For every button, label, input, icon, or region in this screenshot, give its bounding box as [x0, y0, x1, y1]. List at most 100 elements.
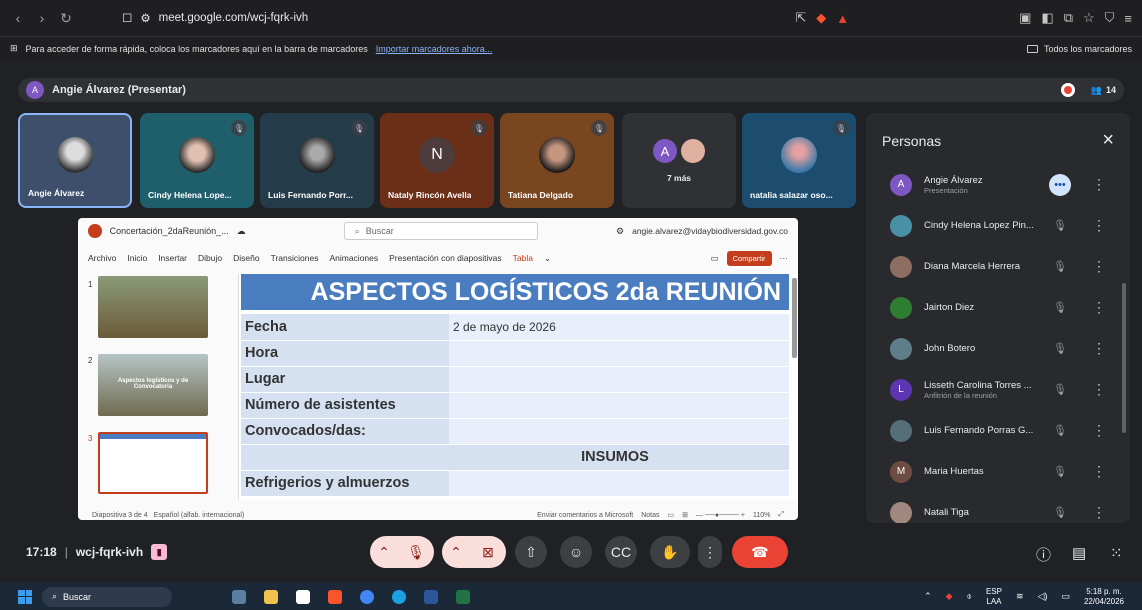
activities-icon[interactable]: ⁙: [1110, 544, 1123, 562]
menu-transiciones[interactable]: Transiciones: [271, 253, 319, 263]
menu-presentacion[interactable]: Presentación con diapositivas: [389, 253, 501, 263]
feedback-link[interactable]: Enviar comentarios a Microsoft: [537, 512, 633, 519]
close-icon[interactable]: ×: [1102, 129, 1114, 152]
menu-tabla[interactable]: Tabla: [513, 253, 533, 263]
store-icon[interactable]: [296, 589, 310, 604]
language-indicator[interactable]: ESP LAA: [986, 587, 1002, 607]
security-icon[interactable]: ◆: [946, 591, 953, 602]
list-item[interactable]: Natali Tiga 🎙 ⋮: [866, 492, 1116, 523]
vpn-icon[interactable]: ⛉: [1105, 10, 1115, 26]
present-button[interactable]: ⇧: [515, 536, 547, 568]
apps-icon[interactable]: ⊞: [10, 43, 18, 54]
volume-icon[interactable]: ◁): [1038, 591, 1048, 602]
mic-off-icon[interactable]: 🎙: [1053, 465, 1067, 478]
participant-tile[interactable]: 🎙 Tatiana Delgado: [500, 113, 614, 208]
share-link-icon[interactable]: ⇱: [795, 10, 806, 26]
mic-off-icon[interactable]: 🎙: [1053, 301, 1067, 314]
mic-options-button[interactable]: ⌃: [370, 536, 398, 568]
more-vert-icon[interactable]: ⋮: [1092, 504, 1106, 521]
camera-toggle-button[interactable]: ⊠: [470, 536, 506, 568]
info-icon[interactable]: ⓘ: [1036, 544, 1051, 565]
zoom-slider[interactable]: — ──●──── +: [696, 512, 745, 519]
fit-icon[interactable]: ⤢: [778, 511, 784, 519]
menu-diseno[interactable]: Diseño: [233, 253, 259, 263]
ppt-filename[interactable]: Concertación_2daReunión_...: [110, 226, 229, 236]
chrome-icon[interactable]: [360, 589, 374, 604]
slide-thumbnail-selected[interactable]: [98, 432, 208, 494]
word-icon[interactable]: [424, 589, 438, 604]
mic-toggle-button[interactable]: 🎙: [398, 536, 434, 568]
task-view-icon[interactable]: [232, 589, 246, 604]
back-icon[interactable]: ‹: [10, 10, 26, 26]
language-status[interactable]: Español (alfab. internacional): [154, 512, 245, 519]
mic-off-icon[interactable]: 🎙: [1053, 383, 1067, 396]
normal-view-icon[interactable]: ▭: [668, 511, 675, 519]
menu-dibujo[interactable]: Dibujo: [198, 253, 222, 263]
brave-icon[interactable]: [328, 589, 342, 604]
tab-icon[interactable]: ⧉: [1064, 10, 1073, 26]
more-vert-icon[interactable]: ⋮: [1092, 176, 1106, 193]
reload-icon[interactable]: ↻: [58, 10, 74, 27]
ppt-search-input[interactable]: ⌕ Buscar: [343, 222, 539, 240]
mic-off-icon[interactable]: 🎙: [1053, 506, 1067, 519]
slide-scrollbar[interactable]: [792, 278, 797, 358]
slide-thumbnail[interactable]: Aspectos logísticos y de Convocatoria: [98, 354, 208, 416]
address-bar[interactable]: ☐ ⚙ meet.google.com/wcj-fqrk-ivh: [122, 11, 308, 25]
menu-animaciones[interactable]: Animaciones: [329, 253, 378, 263]
favorites-icon[interactable]: ☆: [1083, 10, 1095, 26]
slide-canvas[interactable]: ASPECTOS LOGÍSTICOS 2da REUNIÓN Fecha 2 d…: [238, 274, 798, 500]
participants-button[interactable]: 👥 14: [1091, 85, 1116, 96]
taskbar-search[interactable]: ⌕ Buscar: [42, 586, 172, 607]
sidebar-icon[interactable]: ◧: [1041, 10, 1053, 26]
list-item[interactable]: A Angie Álvarez Presentación ••• ⋮: [866, 164, 1116, 205]
menu-insertar[interactable]: Insertar: [158, 253, 187, 263]
mic-off-icon[interactable]: 🎙: [1053, 219, 1067, 232]
recording-icon[interactable]: [1060, 83, 1075, 97]
menu-inicio[interactable]: Inicio: [127, 253, 147, 263]
more-vert-icon[interactable]: ⋮: [1092, 258, 1106, 275]
zoom-level[interactable]: 110%: [753, 512, 770, 519]
menu-archivo[interactable]: Archivo: [88, 253, 116, 263]
chat-icon[interactable]: ▤: [1072, 544, 1086, 562]
leave-call-button[interactable]: ☎: [732, 536, 788, 568]
camera-options-button[interactable]: ⌃: [442, 536, 470, 568]
row-value[interactable]: 2 de mayo de 2026: [449, 314, 789, 341]
row-value[interactable]: [449, 366, 789, 393]
presenting-icon[interactable]: •••: [1049, 173, 1071, 196]
more-vert-icon[interactable]: ⋮: [1092, 381, 1106, 398]
forward-icon[interactable]: ›: [34, 10, 50, 26]
captions-button[interactable]: CC: [605, 536, 637, 568]
windows-start-icon[interactable]: [18, 589, 32, 604]
mic-off-icon[interactable]: 🎙: [1053, 424, 1067, 437]
mic-off-icon[interactable]: 🎙: [1053, 342, 1067, 355]
more-options-button[interactable]: ⋮: [698, 536, 722, 568]
participant-tile[interactable]: Angie Álvarez: [18, 113, 132, 208]
tray-chevron-icon[interactable]: ⌃: [924, 591, 932, 602]
settings-icon[interactable]: ⚙: [616, 226, 624, 237]
menu-icon[interactable]: ≡: [1124, 11, 1132, 26]
brave-shield-icon[interactable]: ◆: [816, 10, 826, 26]
file-explorer-icon[interactable]: [264, 589, 278, 604]
notes-button[interactable]: Notas: [641, 512, 659, 519]
participant-tile[interactable]: 🎙 natalia salazar oso...: [742, 113, 856, 208]
emoji-button[interactable]: ☺: [560, 536, 592, 568]
clock[interactable]: 5:18 p. m. 22/04/2026: [1084, 587, 1124, 607]
list-item[interactable]: M Maria Huertas 🎙 ⋮: [866, 451, 1116, 492]
more-vert-icon[interactable]: ⋮: [1092, 340, 1106, 357]
mic-off-icon[interactable]: 🎙: [1053, 260, 1067, 273]
participant-tile[interactable]: 🎙 Cindy Helena Lope...: [140, 113, 254, 208]
list-item[interactable]: Luis Fernando Porras G... 🎙 ⋮: [866, 410, 1116, 451]
slide-thumbnail[interactable]: [98, 276, 208, 338]
row-value[interactable]: [449, 470, 789, 497]
usb-icon[interactable]: ⌽: [967, 591, 972, 602]
more-participants-tile[interactable]: A 7 más: [622, 113, 736, 208]
site-settings-icon[interactable]: ⚙: [140, 11, 150, 25]
ppt-account[interactable]: angie.alvarez@vidaybiodiversidad.gov.co: [632, 226, 788, 236]
row-value[interactable]: [449, 340, 789, 367]
more-vert-icon[interactable]: ⋮: [1092, 299, 1106, 316]
share-button[interactable]: Compartir: [726, 250, 772, 266]
participant-tile[interactable]: 🎙 Luis Fernando Porr...: [260, 113, 374, 208]
chevron-down-icon[interactable]: ⌄: [544, 253, 551, 264]
import-bookmarks-link[interactable]: Importar marcadores ahora...: [376, 44, 493, 54]
wifi-icon[interactable]: ≋: [1016, 591, 1024, 602]
